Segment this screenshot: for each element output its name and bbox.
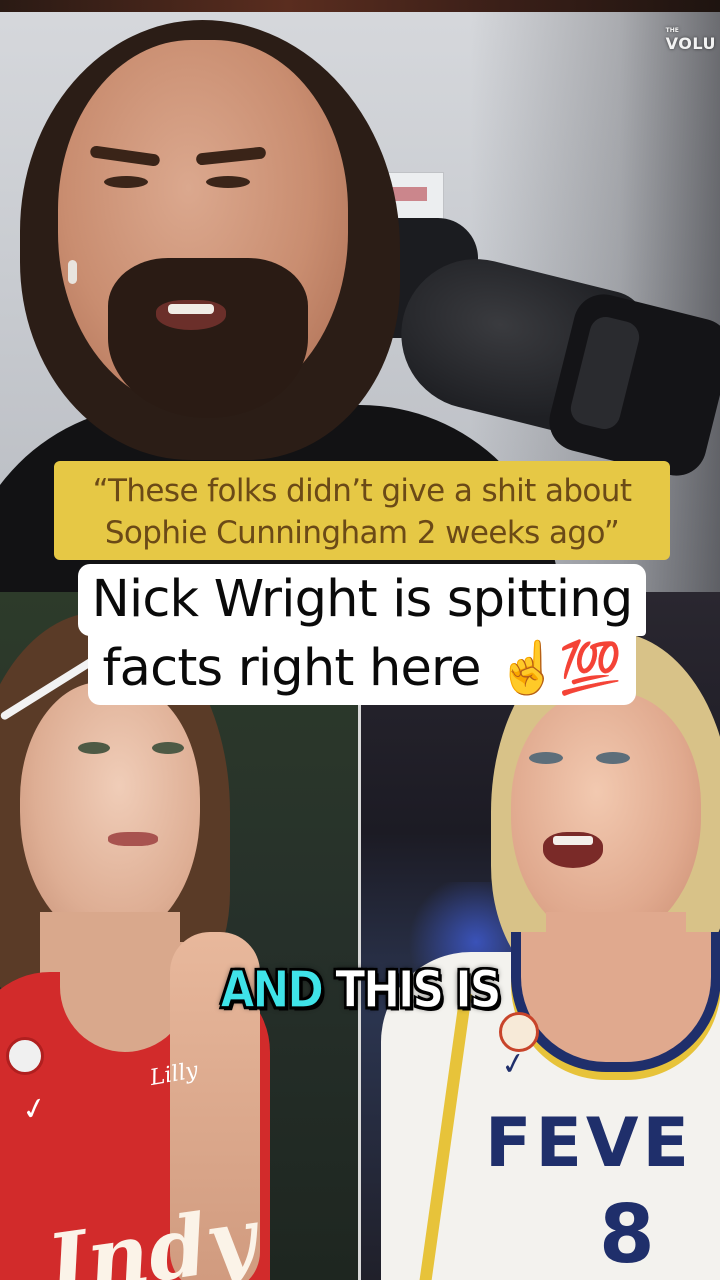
left-player-eye-left	[78, 742, 110, 754]
spoken-subtitle: AND THIS IS	[0, 961, 720, 1021]
left-player-face	[20, 682, 200, 942]
wnba-logo-icon	[6, 1037, 44, 1075]
video-frame[interactable]: THE VOLU ✓ Lilly Indy ✓ FEVE 8 “These fo…	[0, 0, 720, 1280]
subtitle-active-word: AND	[220, 961, 324, 1021]
left-player-mouth	[108, 832, 158, 846]
host-eye-right	[206, 176, 250, 188]
top-border-strip	[0, 0, 720, 12]
host-earring	[68, 260, 77, 284]
right-jersey-text: FEVE	[485, 1104, 693, 1183]
right-jersey-number: 8	[599, 1188, 655, 1280]
headline-caption: Nick Wright is spitting facts right here…	[46, 564, 678, 705]
host-eye-left	[104, 176, 148, 188]
host-mouth	[156, 300, 226, 330]
right-player-mouth	[543, 832, 603, 868]
channel-watermark: THE VOLU	[665, 28, 716, 54]
right-player-eye-right	[596, 752, 630, 764]
quote-line-1: “These folks didn’t give a shit about	[92, 473, 632, 509]
quote-line-2: Sophie Cunningham 2 weeks ago”	[104, 515, 620, 551]
right-player-face	[511, 692, 701, 942]
subtitle-words: THIS IS	[335, 961, 502, 1021]
watermark-text: VOLU	[665, 34, 716, 53]
host-beard	[108, 258, 308, 418]
headline-line-2: facts right here ☝️💯	[88, 633, 636, 705]
right-player-eye-left	[529, 752, 563, 764]
left-player-eye-right	[152, 742, 184, 754]
headline-line-1: Nick Wright is spitting	[77, 564, 647, 636]
quote-box: “These folks didn’t give a shit about So…	[54, 461, 670, 560]
